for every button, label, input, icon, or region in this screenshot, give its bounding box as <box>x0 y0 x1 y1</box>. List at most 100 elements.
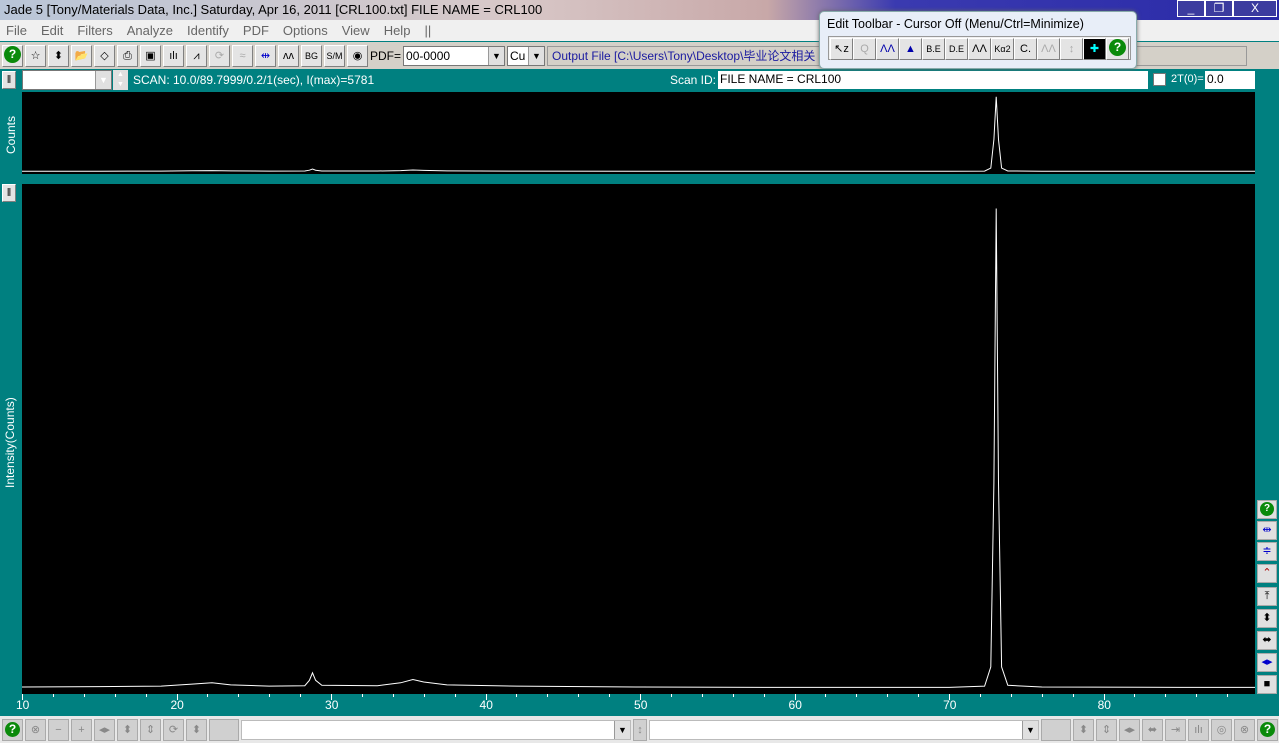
close-button[interactable]: X <box>1233 0 1277 17</box>
expand-vertical-icon[interactable]: ≑ <box>1257 542 1277 561</box>
x-tick-label: 20 <box>170 698 184 712</box>
zoom-horizontal-icon[interactable]: ⇹ <box>255 44 276 67</box>
minus-icon[interactable]: − <box>48 718 69 741</box>
refresh-icon[interactable]: ⟳ <box>209 44 230 67</box>
expand-horizontal-icon[interactable]: ⇹ <box>1257 521 1277 540</box>
menu-analyze[interactable]: Analyze <box>127 20 173 41</box>
bar-shift-icon[interactable]: ↕ <box>1060 38 1083 60</box>
file-combo[interactable]: CRL100.txt ▼ <box>22 70 112 90</box>
chevron-down-icon[interactable]: ▼ <box>95 71 111 89</box>
x-axis: 10 20 30 40 50 60 70 80 <box>16 694 1255 714</box>
maximize-button[interactable]: ❐ <box>1205 0 1233 17</box>
menu-options[interactable]: Options <box>283 20 328 41</box>
peak-shift-icon[interactable]: ΛΛ <box>1037 38 1060 60</box>
open-folder-icon[interactable]: 📂 <box>71 44 92 67</box>
blank-button[interactable] <box>209 718 239 741</box>
scroll-icon[interactable]: ⬍ <box>186 718 207 741</box>
close-circle-icon[interactable]: ⊗ <box>25 718 46 741</box>
plus-icon[interactable]: + <box>71 718 92 741</box>
expand-icon[interactable]: ⇕ <box>1096 718 1117 741</box>
calibrate-icon[interactable]: C. <box>1014 38 1037 60</box>
panel-handle-icon[interactable]: ǁ <box>2 71 16 89</box>
menu-help[interactable]: Help <box>384 20 411 41</box>
pattern-icon[interactable]: ☆ <box>25 44 46 67</box>
peak-fill-icon[interactable]: ▲ <box>899 38 922 60</box>
left-right-icon[interactable]: ◂▸ <box>1119 718 1140 741</box>
menu-file[interactable]: File <box>6 20 27 41</box>
smooth-icon[interactable]: ≈ <box>232 44 253 67</box>
peaks-icon[interactable]: ılı <box>163 44 184 67</box>
chevron-down-icon[interactable]: ▼ <box>614 720 630 739</box>
noise-icon[interactable]: ⩘ <box>186 44 207 67</box>
shift-icon[interactable]: ◂▸ <box>1257 653 1277 672</box>
close-circle-icon[interactable]: ⊗ <box>1234 718 1255 741</box>
target-icon[interactable]: ◎ <box>1211 718 1232 741</box>
cursor-zoom-icon[interactable]: ↖z <box>830 38 853 60</box>
help-button[interactable]: ? <box>2 44 23 67</box>
scale-horizontal-icon[interactable]: ⬌ <box>1257 631 1277 650</box>
splitter-icon[interactable]: ↕ <box>633 718 647 741</box>
peak-up-icon[interactable]: ⌃ <box>1257 564 1277 583</box>
up-icon[interactable]: ⬍ <box>1073 718 1094 741</box>
overview-plot-svg <box>22 96 1255 172</box>
menu-identify[interactable]: Identify <box>187 20 229 41</box>
two-theta-field[interactable]: 0.0 <box>1205 71 1255 89</box>
stop-icon[interactable]: ■ <box>1257 675 1277 694</box>
peak-marker-icon[interactable]: ΛΛ <box>876 38 899 60</box>
compress-icon[interactable]: ⬌ <box>1142 718 1163 741</box>
chevron-down-icon[interactable]: ▼ <box>528 46 545 65</box>
right-combo[interactable]: ▼ <box>649 719 1039 740</box>
up-down-icon[interactable]: ⬍ <box>117 718 138 741</box>
up-down-icon[interactable]: ⬍ <box>48 44 69 67</box>
chevron-down-icon[interactable]: ▼ <box>1022 720 1038 739</box>
x-tick-label: 70 <box>943 698 957 712</box>
marker-icon[interactable]: ⇥ <box>1165 718 1186 741</box>
background-icon[interactable]: BG <box>301 44 322 67</box>
help-icon[interactable]: ? <box>1257 718 1278 741</box>
refresh-icon[interactable]: ⟳ <box>163 718 184 741</box>
blank-button[interactable] <box>1041 718 1071 741</box>
menu-filters[interactable]: Filters <box>77 20 112 41</box>
radiation-combo[interactable]: Cu ▼ <box>507 45 546 66</box>
main-plot[interactable] <box>21 184 1255 694</box>
help-icon[interactable]: ? <box>1106 38 1129 60</box>
scroll-top-icon[interactable]: ⤒ <box>1257 587 1277 606</box>
eraser-icon[interactable]: ◇ <box>94 44 115 67</box>
scale-vertical-icon[interactable]: ⬍ <box>1257 609 1277 628</box>
file-spinner[interactable]: ▲ ▼ <box>113 70 128 90</box>
minimize-button[interactable]: _ <box>1177 0 1205 17</box>
search-match-icon[interactable]: S/M <box>324 44 345 67</box>
overview-plot[interactable] <box>22 92 1255 174</box>
scan-bar: ǁ CRL100.txt ▼ ▲ ▼ SCAN: 10.0/89.7999/0.2/… <box>0 70 1279 90</box>
x-tick <box>423 694 425 697</box>
panel-handle-icon[interactable]: ǁ <box>2 184 16 202</box>
background-edit-icon[interactable]: B.E <box>922 38 945 60</box>
chevron-down-icon[interactable]: ▼ <box>488 46 505 65</box>
bars-icon[interactable]: ılı <box>1188 718 1209 741</box>
magnifier-icon[interactable]: Q <box>853 38 876 60</box>
grid-icon[interactable]: ✚ <box>1083 38 1106 60</box>
profile-fit-icon[interactable]: ΛΛ <box>968 38 991 60</box>
disc-icon[interactable]: ◉ <box>347 44 368 67</box>
menu-pdf[interactable]: PDF <box>243 20 269 41</box>
save-icon[interactable]: ▣ <box>140 44 161 67</box>
help-glyph: ? <box>1109 39 1126 56</box>
two-theta-checkbox[interactable] <box>1153 73 1166 86</box>
left-combo[interactable]: ▼ <box>241 719 631 740</box>
delete-edit-icon[interactable]: D.E <box>945 38 968 60</box>
x-tick <box>516 694 518 697</box>
pdf-combo[interactable]: 00-0000 ▼ <box>403 45 506 66</box>
x-tick-label: 80 <box>1097 698 1111 712</box>
k-alpha2-icon[interactable]: Kα2 <box>991 38 1014 60</box>
menu-edit[interactable]: Edit <box>41 20 63 41</box>
print-icon[interactable]: ⎙ <box>117 44 138 67</box>
scan-id-field[interactable]: FILE NAME = CRL100 <box>718 71 1148 89</box>
peak-profile-icon[interactable]: ʌʌ <box>278 44 299 67</box>
window-title: Jade 5 [Tony/Materials Data, Inc.] Satur… <box>4 2 543 17</box>
help-icon[interactable]: ? <box>1257 500 1277 519</box>
left-right-icon[interactable]: ◂▸ <box>94 718 115 741</box>
help-icon[interactable]: ? <box>2 718 23 741</box>
menu-view[interactable]: View <box>342 20 370 41</box>
expand-icon[interactable]: ⇕ <box>140 718 161 741</box>
main-plot-ylabel: Intensity(Counts) <box>3 397 17 488</box>
